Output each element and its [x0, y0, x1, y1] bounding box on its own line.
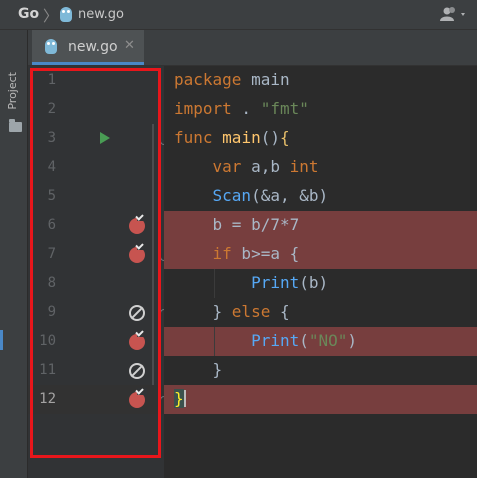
indent-guide [213, 327, 215, 356]
code-token: () [260, 128, 280, 147]
code-token: "NO" [308, 331, 348, 350]
code-text: } [174, 389, 186, 408]
code-line[interactable]: Print(b) [164, 269, 477, 298]
code-token: ) [347, 331, 358, 350]
tool-window-strip: Project [0, 30, 28, 478]
breadcrumb-file[interactable]: new.go [78, 7, 124, 22]
side-indicator [0, 330, 3, 350]
code-token: Scan [212, 186, 252, 205]
code-line[interactable]: Scan(&a, &b) [164, 182, 477, 211]
code-token: int [289, 157, 319, 176]
code-token: ( [299, 331, 309, 350]
code-line[interactable]: package main [164, 66, 477, 95]
code-text: func main(){ [174, 128, 290, 147]
code-token: main [222, 128, 261, 147]
code-line[interactable]: func main(){ [164, 124, 477, 153]
code-text: import . "fmt" [174, 99, 309, 118]
code-text: b = b/7*7 [174, 215, 300, 234]
code-token: b>=a { [231, 244, 300, 263]
code-token: { [279, 128, 290, 147]
code-text: } else { [174, 302, 290, 321]
code-token: } [212, 302, 232, 321]
tab-label: new.go [68, 39, 118, 55]
code-token: package [174, 70, 242, 89]
breadcrumb-separator-icon: 〉 [43, 7, 59, 25]
code-line[interactable]: if b>=a { [164, 240, 477, 269]
code-token: "fmt" [260, 99, 309, 118]
code-token: if [212, 244, 232, 263]
code-editor[interactable]: package main import . "fmt" func main(){ v… [164, 66, 477, 478]
code-token: } [174, 389, 184, 408]
code-text: Print("NO") [174, 331, 357, 350]
code-token: import [174, 99, 232, 118]
code-token: main [241, 70, 290, 89]
tab-new-go[interactable]: new.go ✕ [32, 30, 144, 65]
code-token: (&a, &b) [251, 186, 329, 205]
code-text: Scan(&a, &b) [174, 186, 329, 205]
code-line[interactable]: } else { [164, 298, 477, 327]
project-tool-tab[interactable]: Project [6, 72, 19, 110]
annotation-highlight-box [30, 68, 161, 458]
code-token: { [270, 302, 290, 321]
editor-tab-bar: new.go ✕ [28, 30, 477, 66]
code-token: . [231, 99, 261, 118]
code-text: package main [174, 70, 290, 89]
code-line[interactable]: import . "fmt" [164, 95, 477, 124]
code-text: var a,b int [174, 157, 319, 176]
code-token: else [231, 302, 271, 321]
code-line[interactable]: Print("NO") [164, 327, 477, 356]
code-token: var [212, 157, 242, 176]
code-line[interactable]: } [164, 356, 477, 385]
code-text: if b>=a { [174, 244, 300, 263]
go-gopher-icon [60, 7, 72, 22]
code-line[interactable]: var a,b int [164, 153, 477, 182]
indent-guide [213, 269, 215, 298]
code-text: } [174, 360, 223, 379]
code-token: } [212, 360, 223, 379]
close-icon[interactable]: ✕ [124, 38, 135, 53]
code-token: Print [251, 273, 300, 292]
text-caret [183, 390, 186, 407]
code-token: b = b/7*7 [212, 215, 300, 234]
code-text: Print(b) [174, 273, 328, 292]
code-token: (b) [299, 273, 329, 292]
code-token: func [174, 128, 213, 147]
code-token: a,b [241, 157, 290, 176]
folder-icon[interactable] [9, 119, 22, 132]
code-token: Print [251, 331, 300, 350]
user-menu-icon[interactable] [440, 6, 466, 22]
code-line[interactable]: b = b/7*7 [164, 211, 477, 240]
code-line[interactable]: } [164, 385, 477, 414]
breadcrumb-project[interactable]: Go [18, 6, 39, 22]
go-gopher-icon [45, 39, 57, 54]
navigation-bar: Go 〉 new.go [0, 0, 477, 30]
